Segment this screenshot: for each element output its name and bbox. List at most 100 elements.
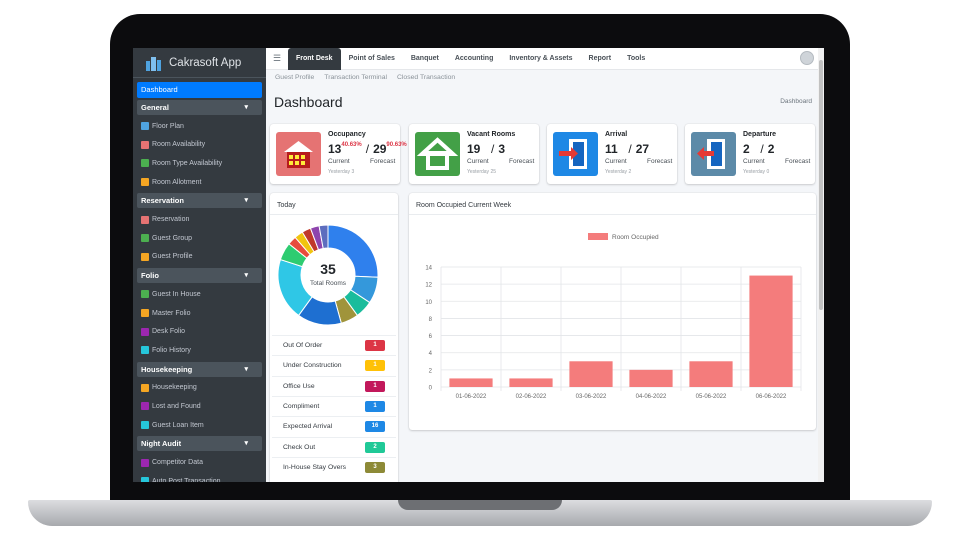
stat-forecast-label: Forecast <box>647 158 673 165</box>
menu-item-icon <box>141 178 149 187</box>
stat-card-vacant-rooms[interactable]: Vacant Rooms 19 /3 Current Forecast Yesterda… <box>409 124 539 184</box>
subnav-transaction-terminal[interactable]: Transaction Terminal <box>319 74 392 81</box>
x-tick-label: 04-06-2022 <box>636 394 667 400</box>
sidebar-group-label: General <box>141 103 169 112</box>
sidebar-item-competitor-data[interactable]: Competitor Data <box>133 453 266 472</box>
tab-banquet[interactable]: Banquet <box>403 48 447 70</box>
sidebar-group-folio[interactable]: Folio ▾ <box>137 268 262 284</box>
tab-accounting[interactable]: Accounting <box>447 48 502 70</box>
stat-card-departure[interactable]: Departure 2 /2 Current Forecast Yesterday 0 <box>685 124 815 184</box>
menu-item-icon <box>141 122 149 131</box>
sidebar-item-label: Lost and Found <box>152 402 201 410</box>
sidebar-group-reservation[interactable]: Reservation ▾ <box>137 193 262 209</box>
count-badge: 1 <box>365 360 385 372</box>
sidebar-item-master-folio[interactable]: Master Folio <box>133 304 266 323</box>
sidebar-item-room-type-availability[interactable]: Room Type Availability <box>133 154 266 173</box>
brand[interactable]: Cakrasoft App <box>133 48 266 78</box>
bar[interactable] <box>569 361 613 387</box>
sidebar-group-label: Reservation <box>141 196 184 206</box>
sidebar-item-guest-loan-item[interactable]: Guest Loan Item <box>133 416 266 435</box>
room-occupied-bar-chart: 0 2 4 6 8 10 12 14 01-06-2022 02-06-2022 03-06-202… <box>425 233 802 400</box>
y-tick-label: 8 <box>429 317 433 323</box>
today-row-out-of-order[interactable]: Out Of Order 1 <box>272 335 396 355</box>
sidebar-item-room-availability[interactable]: Room Availability <box>133 136 266 155</box>
sidebar-item-guest-in-house[interactable]: Guest In House <box>133 285 266 304</box>
sidebar-item-floor-plan[interactable]: Floor Plan <box>133 117 266 136</box>
tab-report[interactable]: Report <box>581 48 620 70</box>
bar[interactable] <box>509 378 553 387</box>
chevron-down-icon: ▾ <box>244 440 248 448</box>
today-row-in-house-stay-overs[interactable]: In-House Stay Overs 3 <box>272 456 396 477</box>
bar[interactable] <box>689 361 733 387</box>
page-scrollbar[interactable] <box>818 48 824 482</box>
sidebar-group-housekeeping[interactable]: Housekeeping ▾ <box>137 361 262 377</box>
x-tick-label: 06-06-2022 <box>756 394 787 400</box>
scrollbar-thumb[interactable] <box>819 60 823 310</box>
sidebar-item-dashboard[interactable]: Dashboard <box>137 82 262 98</box>
top-navbar: ☰ Front Desk Point of Sales Banquet Account… <box>266 48 824 70</box>
legend-swatch <box>588 233 608 240</box>
bar[interactable] <box>749 275 793 387</box>
tab-inventory-assets[interactable]: Inventory & Assets <box>501 48 580 70</box>
menu-item-icon <box>141 383 149 392</box>
stat-current-label: Current <box>467 158 489 165</box>
count-badge: 1 <box>365 340 385 351</box>
sidebar-group-general[interactable]: General ▾ <box>137 100 262 115</box>
bar[interactable] <box>449 378 493 387</box>
x-tick-label: 05-06-2022 <box>696 394 727 400</box>
donut-total-label: Total Rooms <box>309 280 347 287</box>
sidebar-item-folio-history[interactable]: Folio History <box>133 341 266 360</box>
count-badge: 3 <box>365 461 385 473</box>
sidebar-item-housekeeping[interactable]: Housekeeping <box>133 379 266 398</box>
today-row-office-use[interactable]: Office Use 1 <box>272 375 396 396</box>
menu-item-icon <box>141 458 149 467</box>
total-rooms-donut: 35 Total Rooms <box>276 223 380 327</box>
buildings-icon <box>146 56 161 71</box>
sidebar-item-auto-post-transaction[interactable]: Auto Post Transaction <box>133 472 266 482</box>
sidebar-item-label: Guest Group <box>152 234 193 242</box>
sidebar-item-label: Room Availability <box>152 141 206 149</box>
bar[interactable] <box>629 369 673 387</box>
stat-values: 19 /3 <box>467 142 505 156</box>
today-row-expected-arrival[interactable]: Expected Arrival 16 <box>272 416 396 436</box>
breadcrumb[interactable]: Dashboard <box>780 98 812 105</box>
today-row-check-out[interactable]: Check Out 2 <box>272 436 396 457</box>
tab-tools[interactable]: Tools <box>619 48 653 70</box>
stat-current-label: Current <box>743 158 765 165</box>
subnav-guest-profile[interactable]: Guest Profile <box>270 74 319 81</box>
today-row-label: In-House Stay Overs <box>283 463 347 471</box>
tab-point-of-sales[interactable]: Point of Sales <box>341 48 403 70</box>
menu-toggle-icon[interactable]: ☰ <box>266 53 288 64</box>
stat-card-occupancy[interactable]: Occupancy 1340.63%/2990.63% Current Forecas… <box>270 124 407 184</box>
sidebar-item-lost-and-found[interactable]: Lost and Found <box>133 397 266 416</box>
today-row-under-construction[interactable]: Under Construction 1 <box>272 355 396 375</box>
stat-current: 19 <box>467 142 481 156</box>
stat-forecast: 2 <box>767 142 775 156</box>
sidebar-menu: General ▾ Floor Plan Room Availability Room … <box>133 100 266 482</box>
today-title: Today <box>270 193 398 215</box>
subnav-closed-transaction[interactable]: Closed Transaction <box>392 74 460 81</box>
y-tick-label: 6 <box>429 334 433 340</box>
stat-card-arrival[interactable]: Arrival 11 /27 Current Forecast Yesterday 2 <box>547 124 677 184</box>
tab-front-desk[interactable]: Front Desk <box>288 48 341 70</box>
sidebar-item-label: Room Type Availability <box>152 159 223 167</box>
stat-label: Vacant Rooms <box>467 131 516 138</box>
sidebar-item-desk-folio[interactable]: Desk Folio <box>133 322 266 341</box>
sidebar-item-room-allotment[interactable]: Room Allotment <box>133 173 266 192</box>
user-avatar[interactable] <box>800 51 814 65</box>
sidebar-item-label: Reservation <box>152 216 190 224</box>
sidebar-item-guest-profile[interactable]: Guest Profile <box>133 248 266 267</box>
today-row-compliment[interactable]: Compliment 1 <box>272 395 396 416</box>
sidebar-item-reservation[interactable]: Reservation <box>133 210 266 229</box>
y-tick-label: 2 <box>429 368 433 374</box>
stat-forecast-label: Forecast <box>509 158 535 165</box>
app-screen: Cakrasoft App Dashboard General ▾ Floor Pl… <box>133 48 824 482</box>
sidebar-group-night-audit[interactable]: Night Audit ▾ <box>137 436 262 452</box>
stat-forecast-label: Forecast <box>370 158 396 165</box>
sidebar-item-guest-group[interactable]: Guest Group <box>133 229 266 248</box>
sidebar-item-label: Guest Loan Item <box>152 421 204 429</box>
chart-title: Room Occupied Current Week <box>409 193 816 215</box>
sidebar-group-label: Folio <box>141 271 159 281</box>
house-icon <box>415 132 460 176</box>
legend-label[interactable]: Room Occupied <box>612 234 659 241</box>
